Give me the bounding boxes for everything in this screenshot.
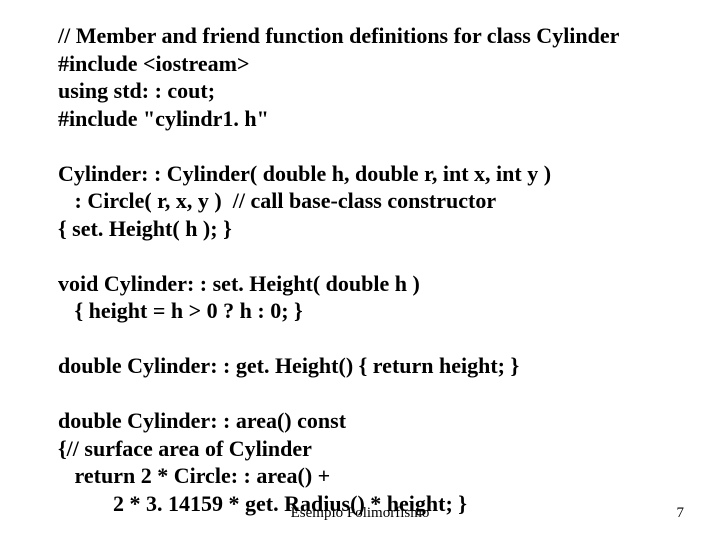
- code-line: : Circle( r, x, y ) // call base-class c…: [58, 188, 496, 213]
- code-line: using std: : cout;: [58, 78, 215, 103]
- code-line: double Cylinder: : get. Height() { retur…: [58, 353, 519, 378]
- code-line: return 2 * Circle: : area() +: [58, 463, 330, 488]
- code-line: #include <iostream>: [58, 51, 250, 76]
- code-line: { set. Height( h ); }: [58, 216, 232, 241]
- code-line: Cylinder: : Cylinder( double h, double r…: [58, 161, 551, 186]
- code-line: { height = h > 0 ? h : 0; }: [58, 298, 303, 323]
- code-line: #include "cylindr1. h": [58, 106, 269, 131]
- footer-title: Esempio Polimorfismo: [0, 505, 720, 522]
- code-block: // Member and friend function definition…: [58, 22, 680, 517]
- code-line: void Cylinder: : set. Height( double h ): [58, 271, 420, 296]
- code-line: {// surface area of Cylinder: [58, 436, 312, 461]
- slide: // Member and friend function definition…: [0, 0, 720, 540]
- code-line: double Cylinder: : area() const: [58, 408, 346, 433]
- code-line: // Member and friend function definition…: [58, 23, 619, 48]
- page-number: 7: [677, 505, 685, 522]
